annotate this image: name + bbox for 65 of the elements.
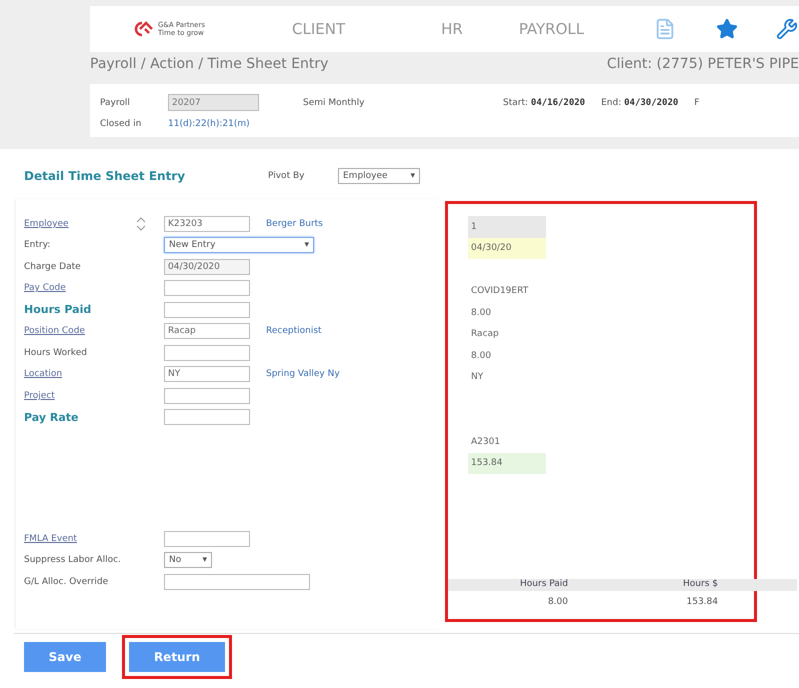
field-link[interactable]: Project <box>24 390 136 401</box>
nav-tab[interactable]: CLIENT <box>292 20 346 38</box>
nav-tab[interactable]: PAYROLL <box>518 20 584 38</box>
entry-select[interactable]: New Entry ▾ <box>164 237 314 254</box>
summary-value: NY <box>470 371 484 384</box>
field-label: Hours Worked <box>24 348 88 358</box>
client-name: Client: (2775) PETER'S PIPE <box>606 56 799 72</box>
text-field[interactable]: K23203 <box>164 216 250 232</box>
pivot-select[interactable]: Employee ▾ <box>338 168 420 184</box>
payroll-label: Payroll <box>100 98 131 108</box>
text-field[interactable] <box>164 530 250 547</box>
field-link[interactable]: Pay Code <box>24 283 136 294</box>
payroll-number-field: 20207 <box>168 94 259 111</box>
summary-value: 8.00 <box>470 306 492 320</box>
field-label: Suppress Labor Alloc. <box>24 555 122 566</box>
date-field[interactable]: 04/30/2020 <box>164 258 250 275</box>
save-button[interactable]: Save <box>24 642 106 672</box>
field-label: Entry: <box>24 240 52 250</box>
total-value: 8.00 <box>546 597 568 607</box>
text-field[interactable]: NY <box>164 366 250 382</box>
column-header: Hours $ <box>682 579 718 591</box>
field-description: Receptionist <box>266 326 322 336</box>
field-link[interactable]: Location <box>24 369 136 380</box>
summary-value: A2301 <box>470 436 502 449</box>
star-icon[interactable] <box>716 18 738 40</box>
field-link[interactable]: FMLA Event <box>24 534 136 544</box>
start-date: Start: 04/16/2020 <box>503 98 586 108</box>
nav-tab[interactable]: HR <box>441 20 463 38</box>
logo-icon <box>132 21 154 37</box>
summary-value: COVID19ERT <box>470 285 530 298</box>
return-button[interactable]: Return <box>129 642 225 672</box>
field-label: Charge Date <box>24 262 82 272</box>
field-link[interactable]: Employee <box>24 218 136 229</box>
document-icon[interactable] <box>654 18 676 40</box>
field-description: Berger Burts <box>266 218 323 229</box>
summary-value: 8.00 <box>470 350 492 363</box>
tools-icon[interactable] <box>776 18 798 40</box>
text-field[interactable]: Racap <box>164 323 250 340</box>
dropdown-select[interactable]: No ▾ <box>164 552 212 568</box>
summary-value: 1 <box>468 216 546 238</box>
text-field[interactable] <box>164 409 250 426</box>
field-label: Hours Paid <box>24 303 92 316</box>
field-label: G/L Alloc. Override <box>24 576 110 587</box>
text-field[interactable] <box>164 344 250 361</box>
summary-value: 153.84 <box>468 452 546 474</box>
field-label: F <box>694 98 700 108</box>
pivot-label: Pivot By <box>268 171 306 181</box>
column-header: Hours Paid <box>519 579 568 591</box>
frequency-text: Semi Monthly <box>303 98 366 108</box>
summary-value: Racap <box>470 328 500 342</box>
text-field[interactable] <box>164 574 310 590</box>
closed-label: Closed in <box>100 119 142 129</box>
end-date: End: 04/30/2020 <box>601 98 678 108</box>
closed-countdown: 11(d):22(h):21(m) <box>168 119 250 129</box>
summary-value: 04/30/20 <box>468 238 546 259</box>
sort-arrows-icon[interactable] <box>136 216 146 232</box>
text-field[interactable] <box>164 302 250 318</box>
text-field[interactable] <box>164 280 250 296</box>
field-description: Spring Valley Ny <box>266 369 340 380</box>
field-link[interactable]: Position Code <box>24 326 136 336</box>
total-value: 153.84 <box>686 597 718 607</box>
breadcrumb: Payroll / Action / Time Sheet Entry <box>90 56 328 72</box>
field-label: Pay Rate <box>24 410 80 424</box>
text-field[interactable] <box>164 388 250 404</box>
section-title: Detail Time Sheet Entry <box>24 169 186 183</box>
